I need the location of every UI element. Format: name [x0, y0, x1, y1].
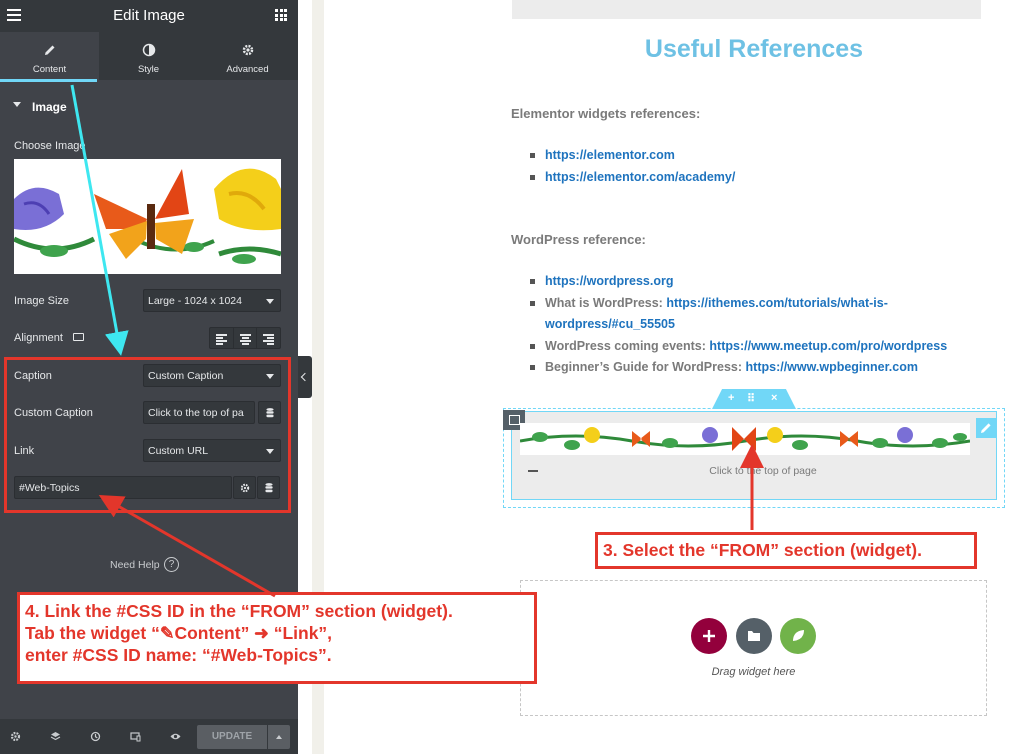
add-section-button[interactable] — [691, 618, 727, 654]
choose-image-label: Choose Image — [14, 140, 86, 152]
align-right-button[interactable] — [257, 328, 280, 348]
butterfly-flowers-image — [14, 159, 281, 274]
wordpress-links-list: https://wordpress.org What is WordPress:… — [530, 271, 947, 379]
image-size-select[interactable]: Large - 1024 x 1024 — [143, 289, 281, 312]
update-options-button[interactable] — [268, 725, 290, 749]
need-help-link[interactable]: Need Help — [110, 559, 160, 571]
list-item: https://elementor.com — [530, 145, 735, 167]
ithemes-link-line1[interactable]: https://ithemes.com/tutorials/what-is- — [666, 296, 888, 310]
events-label: WordPress coming events: — [545, 338, 710, 353]
responsive-icon[interactable] — [130, 731, 141, 742]
leaf-icon — [793, 630, 804, 641]
alignment-buttons — [209, 327, 281, 349]
add-template-button[interactable] — [736, 618, 772, 654]
settings-icon[interactable] — [10, 731, 21, 742]
drag-widget-hint: Drag widget here — [711, 666, 796, 678]
callout-4-line-3: enter #CSS ID name: “#Web-Topics”. — [25, 645, 332, 665]
page-heading: Useful References — [644, 35, 864, 63]
tab-advanced-label: Advanced — [226, 64, 269, 75]
what-is-wordpress-label: What is WordPress: — [545, 295, 667, 310]
plus-icon — [703, 630, 715, 642]
caret-down-icon — [13, 102, 21, 107]
meetup-link[interactable]: https://www.meetup.com/pro/wordpress — [709, 339, 947, 353]
collapse-panel-button[interactable] — [298, 356, 312, 398]
callout-4-line-2: Tab the widget “✎Content” ➜ “Link”, — [25, 623, 333, 643]
tab-advanced[interactable]: Advanced — [198, 32, 297, 80]
elementor-academy-link[interactable]: https://elementor.com/academy/ — [545, 170, 735, 184]
wordpress-title: WordPress reference: — [511, 232, 646, 247]
tab-style-label: Style — [137, 64, 160, 75]
elementor-link[interactable]: https://elementor.com — [545, 148, 675, 162]
wordpress-org-link[interactable]: https://wordpress.org — [545, 274, 673, 288]
align-left-button[interactable] — [210, 328, 234, 348]
highlight-box — [4, 357, 291, 513]
elementor-links-list: https://elementor.com https://elementor.… — [530, 145, 735, 188]
image-size-label: Image Size — [14, 295, 70, 307]
ithemes-link-line2[interactable]: wordpress/#cu_55505 — [545, 317, 675, 331]
gear-icon — [242, 44, 253, 56]
alignment-label: Alignment — [14, 332, 63, 344]
widget-caption: Click to the top of page — [709, 465, 817, 477]
half-circle-icon — [142, 43, 155, 57]
tab-content-label: Content — [32, 64, 67, 75]
section-handle: + ⠿ × — [712, 389, 796, 409]
beginners-guide-label: Beginner’s Guide for WordPress: — [545, 360, 746, 374]
tab-content[interactable]: Content — [0, 32, 99, 82]
list-item: Beginner’s Guide for WordPress: https://… — [530, 357, 947, 379]
list-item: What is WordPress: https://ithemes.com/t… — [530, 293, 947, 336]
panel-tabs: Content Style Advanced — [0, 32, 298, 82]
pencil-icon — [981, 423, 991, 433]
pencil-icon — [44, 45, 54, 55]
align-center-button[interactable] — [234, 328, 258, 348]
widgets-grid-icon[interactable] — [275, 9, 287, 21]
drag-section-icon[interactable]: ⠿ — [747, 392, 755, 405]
list-item: https://elementor.com/academy/ — [530, 167, 735, 189]
update-button[interactable]: UPDATE — [197, 725, 267, 749]
help-icon[interactable]: ? — [164, 557, 179, 572]
kit-library-button[interactable] — [780, 618, 816, 654]
wpbeginner-link[interactable]: https://www.wpbeginner.com — [746, 360, 918, 374]
section-image-toggle[interactable]: Image — [0, 96, 298, 122]
top-section-bar — [512, 0, 981, 19]
eye-icon[interactable] — [170, 731, 181, 742]
monitor-icon[interactable] — [73, 333, 84, 341]
callout-step-4: 4. Link the #CSS ID in the “FROM” sectio… — [17, 592, 537, 684]
floral-border-graphic — [519, 427, 971, 451]
panel-header: Edit Image — [0, 0, 298, 32]
section-image-title: Image — [32, 100, 67, 114]
list-item: https://wordpress.org — [530, 271, 947, 293]
delete-section-icon[interactable]: × — [771, 392, 777, 404]
folder-icon — [748, 631, 760, 641]
elementor-title: Elementor widgets references: — [511, 106, 701, 121]
floral-border-image — [519, 423, 971, 455]
list-item: WordPress coming events: https://www.mee… — [530, 336, 947, 358]
layers-icon[interactable] — [50, 731, 61, 742]
panel-title: Edit Image — [113, 7, 185, 24]
callout-step-3: 3. Select the “FROM” section (widget). — [595, 532, 977, 569]
edit-widget-button[interactable] — [976, 418, 996, 438]
callout-4-line-1: 4. Link the #CSS ID in the “FROM” sectio… — [25, 601, 453, 621]
add-section-icon[interactable]: + — [728, 392, 734, 404]
history-icon[interactable] — [90, 731, 101, 742]
image-preview[interactable] — [14, 159, 281, 274]
tab-style[interactable]: Style — [99, 32, 198, 80]
